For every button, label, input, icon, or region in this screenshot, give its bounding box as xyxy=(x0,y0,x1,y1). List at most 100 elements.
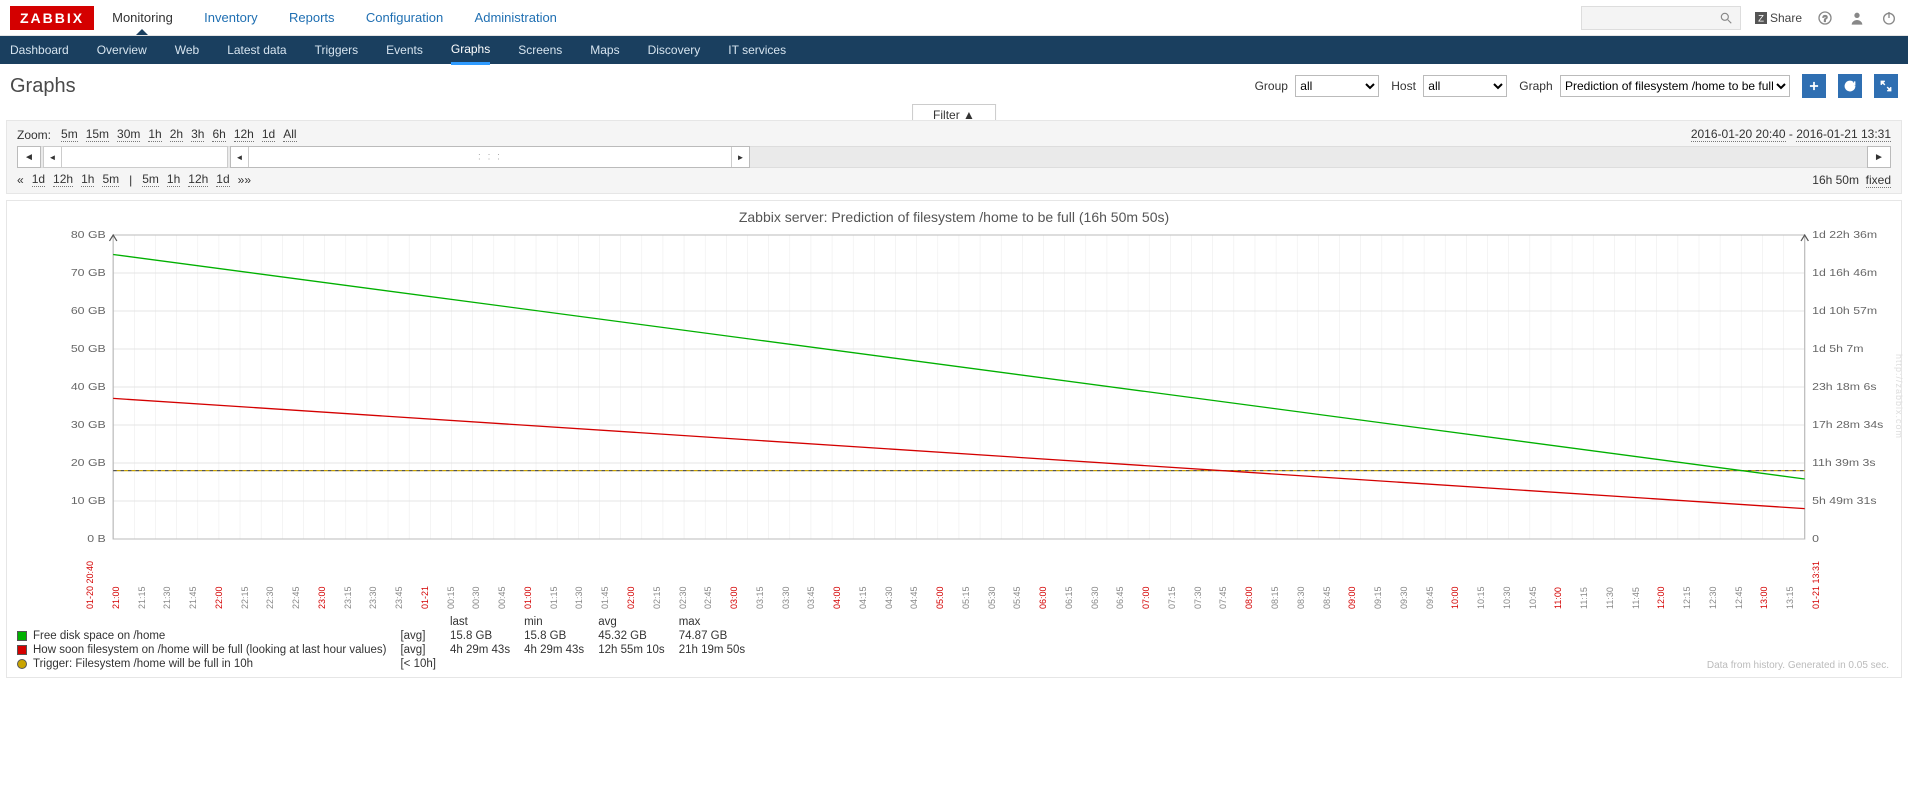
page-title: Graphs xyxy=(10,75,76,98)
subnav-graphs[interactable]: Graphs xyxy=(451,36,490,65)
subnav-screens[interactable]: Screens xyxy=(518,37,562,63)
help-icon[interactable]: ? xyxy=(1816,9,1834,27)
svg-text:1d 16h 46m: 1d 16h 46m xyxy=(1812,268,1877,279)
subnav-events[interactable]: Events xyxy=(386,37,423,63)
svg-text:1d 5h 7m: 1d 5h 7m xyxy=(1812,344,1863,355)
slider-window-right-handle[interactable]: ► xyxy=(731,147,749,167)
legend-row-1: How soon filesystem on /home will be ful… xyxy=(17,643,759,657)
time-slider[interactable]: ◄ ◄ ◄ : : : ► ► xyxy=(17,146,1891,168)
nav-row: « 1d 12h 1h 5m | 5m 1h 12h 1d »» 16h 50m… xyxy=(17,172,1891,187)
group-label: Group xyxy=(1255,79,1288,93)
power-icon[interactable] xyxy=(1880,9,1898,27)
subnav-dashboard[interactable]: Dashboard xyxy=(10,37,69,63)
zoom-12h[interactable]: 12h xyxy=(234,127,254,142)
legend-swatch-1 xyxy=(17,645,27,655)
slider-window[interactable]: ◄ : : : ► xyxy=(230,146,750,168)
svg-text:70 GB: 70 GB xyxy=(71,268,106,279)
nav-r-1h[interactable]: 1h xyxy=(167,172,180,187)
slider-left-handle[interactable]: ◄ xyxy=(44,147,62,167)
svg-text:10 GB: 10 GB xyxy=(71,496,106,507)
subnav-triggers[interactable]: Triggers xyxy=(315,37,359,63)
nav-l-5m[interactable]: 5m xyxy=(102,172,119,187)
subnav-maps[interactable]: Maps xyxy=(590,37,619,63)
zoom-6h[interactable]: 6h xyxy=(212,127,225,142)
nav-fixed[interactable]: fixed xyxy=(1866,173,1891,188)
chart-plot[interactable]: 0 B010 GB5h 49m 31s20 GB11h 39m 3s30 GB1… xyxy=(17,229,1891,569)
subnav-discovery[interactable]: Discovery xyxy=(648,37,701,63)
subnav-latest[interactable]: Latest data xyxy=(227,37,286,63)
subnav-overview[interactable]: Overview xyxy=(97,37,147,63)
slider-left-block[interactable]: ◄ xyxy=(43,146,228,168)
legend-swatch-0 xyxy=(17,631,27,641)
slider-step-left[interactable]: ◄ xyxy=(17,146,41,168)
nav-duration: 16h 50m fixed xyxy=(1812,173,1891,187)
host-label: Host xyxy=(1391,79,1416,93)
date-from[interactable]: 2016-01-20 20:40 xyxy=(1691,127,1786,142)
date-to[interactable]: 2016-01-21 13:31 xyxy=(1796,127,1891,142)
nav-l-1d[interactable]: 1d xyxy=(32,172,45,187)
refresh-button[interactable] xyxy=(1838,74,1862,98)
search-icon[interactable] xyxy=(1718,9,1734,27)
nav-l-1h[interactable]: 1h xyxy=(81,172,94,187)
legend-swatch-trigger xyxy=(17,659,27,669)
host-select[interactable]: all xyxy=(1423,75,1507,97)
legend-row-0: Free disk space on /home [avg] 15.8 GB 1… xyxy=(17,629,759,643)
zoom-row: Zoom: 5m 15m 30m 1h 2h 3h 6h 12h 1d All xyxy=(17,127,1891,142)
zoom-all[interactable]: All xyxy=(283,127,296,142)
nav-first[interactable]: « xyxy=(17,173,24,187)
legend-trigger-row: Trigger: Filesystem /home will be full i… xyxy=(17,657,759,671)
nav-inventory[interactable]: Inventory xyxy=(204,10,257,25)
zoom-1h[interactable]: 1h xyxy=(148,127,161,142)
group-select[interactable]: all xyxy=(1295,75,1379,97)
svg-text:0 B: 0 B xyxy=(87,534,106,545)
share-button[interactable]: Z Share xyxy=(1755,11,1802,25)
chart-watermark: http://zabbix.com xyxy=(1894,354,1904,439)
page-header: Graphs Group all Host all Graph Predicti… xyxy=(0,64,1908,106)
search-input[interactable] xyxy=(1588,11,1718,25)
top-nav: Monitoring Inventory Reports Configurati… xyxy=(112,10,585,25)
svg-text:5h 49m 31s: 5h 49m 31s xyxy=(1812,496,1877,507)
time-panel: Zoom: 5m 15m 30m 1h 2h 3h 6h 12h 1d All … xyxy=(6,120,1902,194)
nav-r-5m[interactable]: 5m xyxy=(142,172,159,187)
chart-footnote: Data from history. Generated in 0.05 sec… xyxy=(1707,660,1889,671)
subnav-web[interactable]: Web xyxy=(175,37,199,63)
zoom-5m[interactable]: 5m xyxy=(61,127,78,142)
subnav-it[interactable]: IT services xyxy=(728,37,786,63)
chart-title: Zabbix server: Prediction of filesystem … xyxy=(17,209,1891,225)
filter-toggle-wrap: Filter ▲ xyxy=(0,106,1908,120)
zoom-2h[interactable]: 2h xyxy=(170,127,183,142)
svg-text:40 GB: 40 GB xyxy=(71,382,106,393)
sub-nav: Dashboard Overview Web Latest data Trigg… xyxy=(0,36,1908,64)
graph-filters: Group all Host all Graph Prediction of f… xyxy=(1255,74,1898,98)
top-tools: Z Share ? xyxy=(1581,6,1898,30)
legend-hdr-avg: avg xyxy=(598,615,679,629)
user-icon[interactable] xyxy=(1848,9,1866,27)
svg-text:80 GB: 80 GB xyxy=(71,230,106,241)
nav-r-12h[interactable]: 12h xyxy=(188,172,208,187)
svg-text:17h 28m 34s: 17h 28m 34s xyxy=(1812,420,1884,431)
nav-monitoring[interactable]: Monitoring xyxy=(112,10,173,25)
topbar: ZABBIX Monitoring Inventory Reports Conf… xyxy=(0,0,1908,36)
nav-last[interactable]: »» xyxy=(238,173,251,187)
nav-l-12h[interactable]: 12h xyxy=(53,172,73,187)
slider-grip-icon[interactable]: : : : xyxy=(478,152,502,163)
zoom-1d[interactable]: 1d xyxy=(262,127,275,142)
slider-step-right[interactable]: ► xyxy=(1867,146,1891,168)
graph-select[interactable]: Prediction of filesystem /home to be ful… xyxy=(1560,75,1790,97)
svg-text:?: ? xyxy=(1823,13,1828,23)
nav-reports[interactable]: Reports xyxy=(289,10,335,25)
nav-r-1d[interactable]: 1d xyxy=(216,172,229,187)
zoom-30m[interactable]: 30m xyxy=(117,127,140,142)
nav-configuration[interactable]: Configuration xyxy=(366,10,443,25)
svg-text:11h 39m 3s: 11h 39m 3s xyxy=(1812,458,1876,469)
add-button[interactable] xyxy=(1802,74,1826,98)
slider-window-left-handle[interactable]: ◄ xyxy=(231,147,249,167)
svg-text:0: 0 xyxy=(1812,534,1819,545)
search-box[interactable] xyxy=(1581,6,1741,30)
zoom-3h[interactable]: 3h xyxy=(191,127,204,142)
fullscreen-button[interactable] xyxy=(1874,74,1898,98)
legend-hdr-max: max xyxy=(679,615,760,629)
nav-administration[interactable]: Administration xyxy=(475,10,557,25)
zoom-15m[interactable]: 15m xyxy=(86,127,109,142)
share-label: Share xyxy=(1770,11,1802,25)
